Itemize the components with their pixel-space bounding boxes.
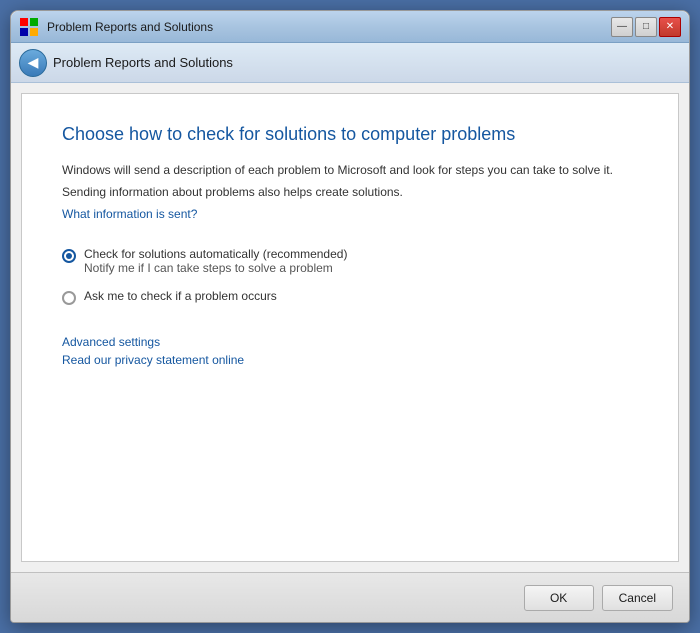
links-section: Advanced settings Read our privacy state… xyxy=(62,335,638,367)
maximize-button[interactable]: □ xyxy=(635,17,657,37)
manual-option[interactable]: Ask me to check if a problem occurs xyxy=(62,289,638,305)
manual-radio-button[interactable] xyxy=(62,291,76,305)
main-window: Problem Reports and Solutions — □ ✕ ◀ Pr… xyxy=(10,10,690,623)
what-information-link[interactable]: What information is sent? xyxy=(62,207,197,221)
manual-label-group: Ask me to check if a problem occurs xyxy=(84,289,277,303)
ok-button[interactable]: OK xyxy=(524,585,594,611)
content-area: Choose how to check for solutions to com… xyxy=(21,93,679,562)
description-line2: Sending information about problems also … xyxy=(62,183,638,201)
nav-title: Problem Reports and Solutions xyxy=(53,55,233,70)
auto-label-main: Check for solutions automatically (recom… xyxy=(84,247,347,261)
auto-radio-button[interactable] xyxy=(62,249,76,263)
advanced-settings-link[interactable]: Advanced settings xyxy=(62,335,638,349)
back-arrow-icon: ◀ xyxy=(28,54,39,71)
close-button[interactable]: ✕ xyxy=(659,17,681,37)
description-line1: Windows will send a description of each … xyxy=(62,161,638,179)
main-heading: Choose how to check for solutions to com… xyxy=(62,124,638,145)
cancel-button[interactable]: Cancel xyxy=(602,585,673,611)
auto-option[interactable]: Check for solutions automatically (recom… xyxy=(62,247,638,275)
privacy-statement-link[interactable]: Read our privacy statement online xyxy=(62,353,638,367)
window-controls: — □ ✕ xyxy=(611,17,681,37)
app-icon xyxy=(19,17,39,37)
minimize-button[interactable]: — xyxy=(611,17,633,37)
windows-shield-icon xyxy=(19,17,39,37)
nav-bar: ◀ Problem Reports and Solutions xyxy=(11,43,689,83)
auto-label-group: Check for solutions automatically (recom… xyxy=(84,247,347,275)
back-button[interactable]: ◀ xyxy=(19,49,47,77)
bottom-bar: OK Cancel xyxy=(11,572,689,622)
title-bar-left: Problem Reports and Solutions xyxy=(11,17,213,37)
options-section: Check for solutions automatically (recom… xyxy=(62,247,638,305)
title-bar: Problem Reports and Solutions — □ ✕ xyxy=(11,11,689,43)
manual-label-main: Ask me to check if a problem occurs xyxy=(84,289,277,303)
title-bar-text: Problem Reports and Solutions xyxy=(47,20,213,34)
auto-label-sub: Notify me if I can take steps to solve a… xyxy=(84,261,347,275)
